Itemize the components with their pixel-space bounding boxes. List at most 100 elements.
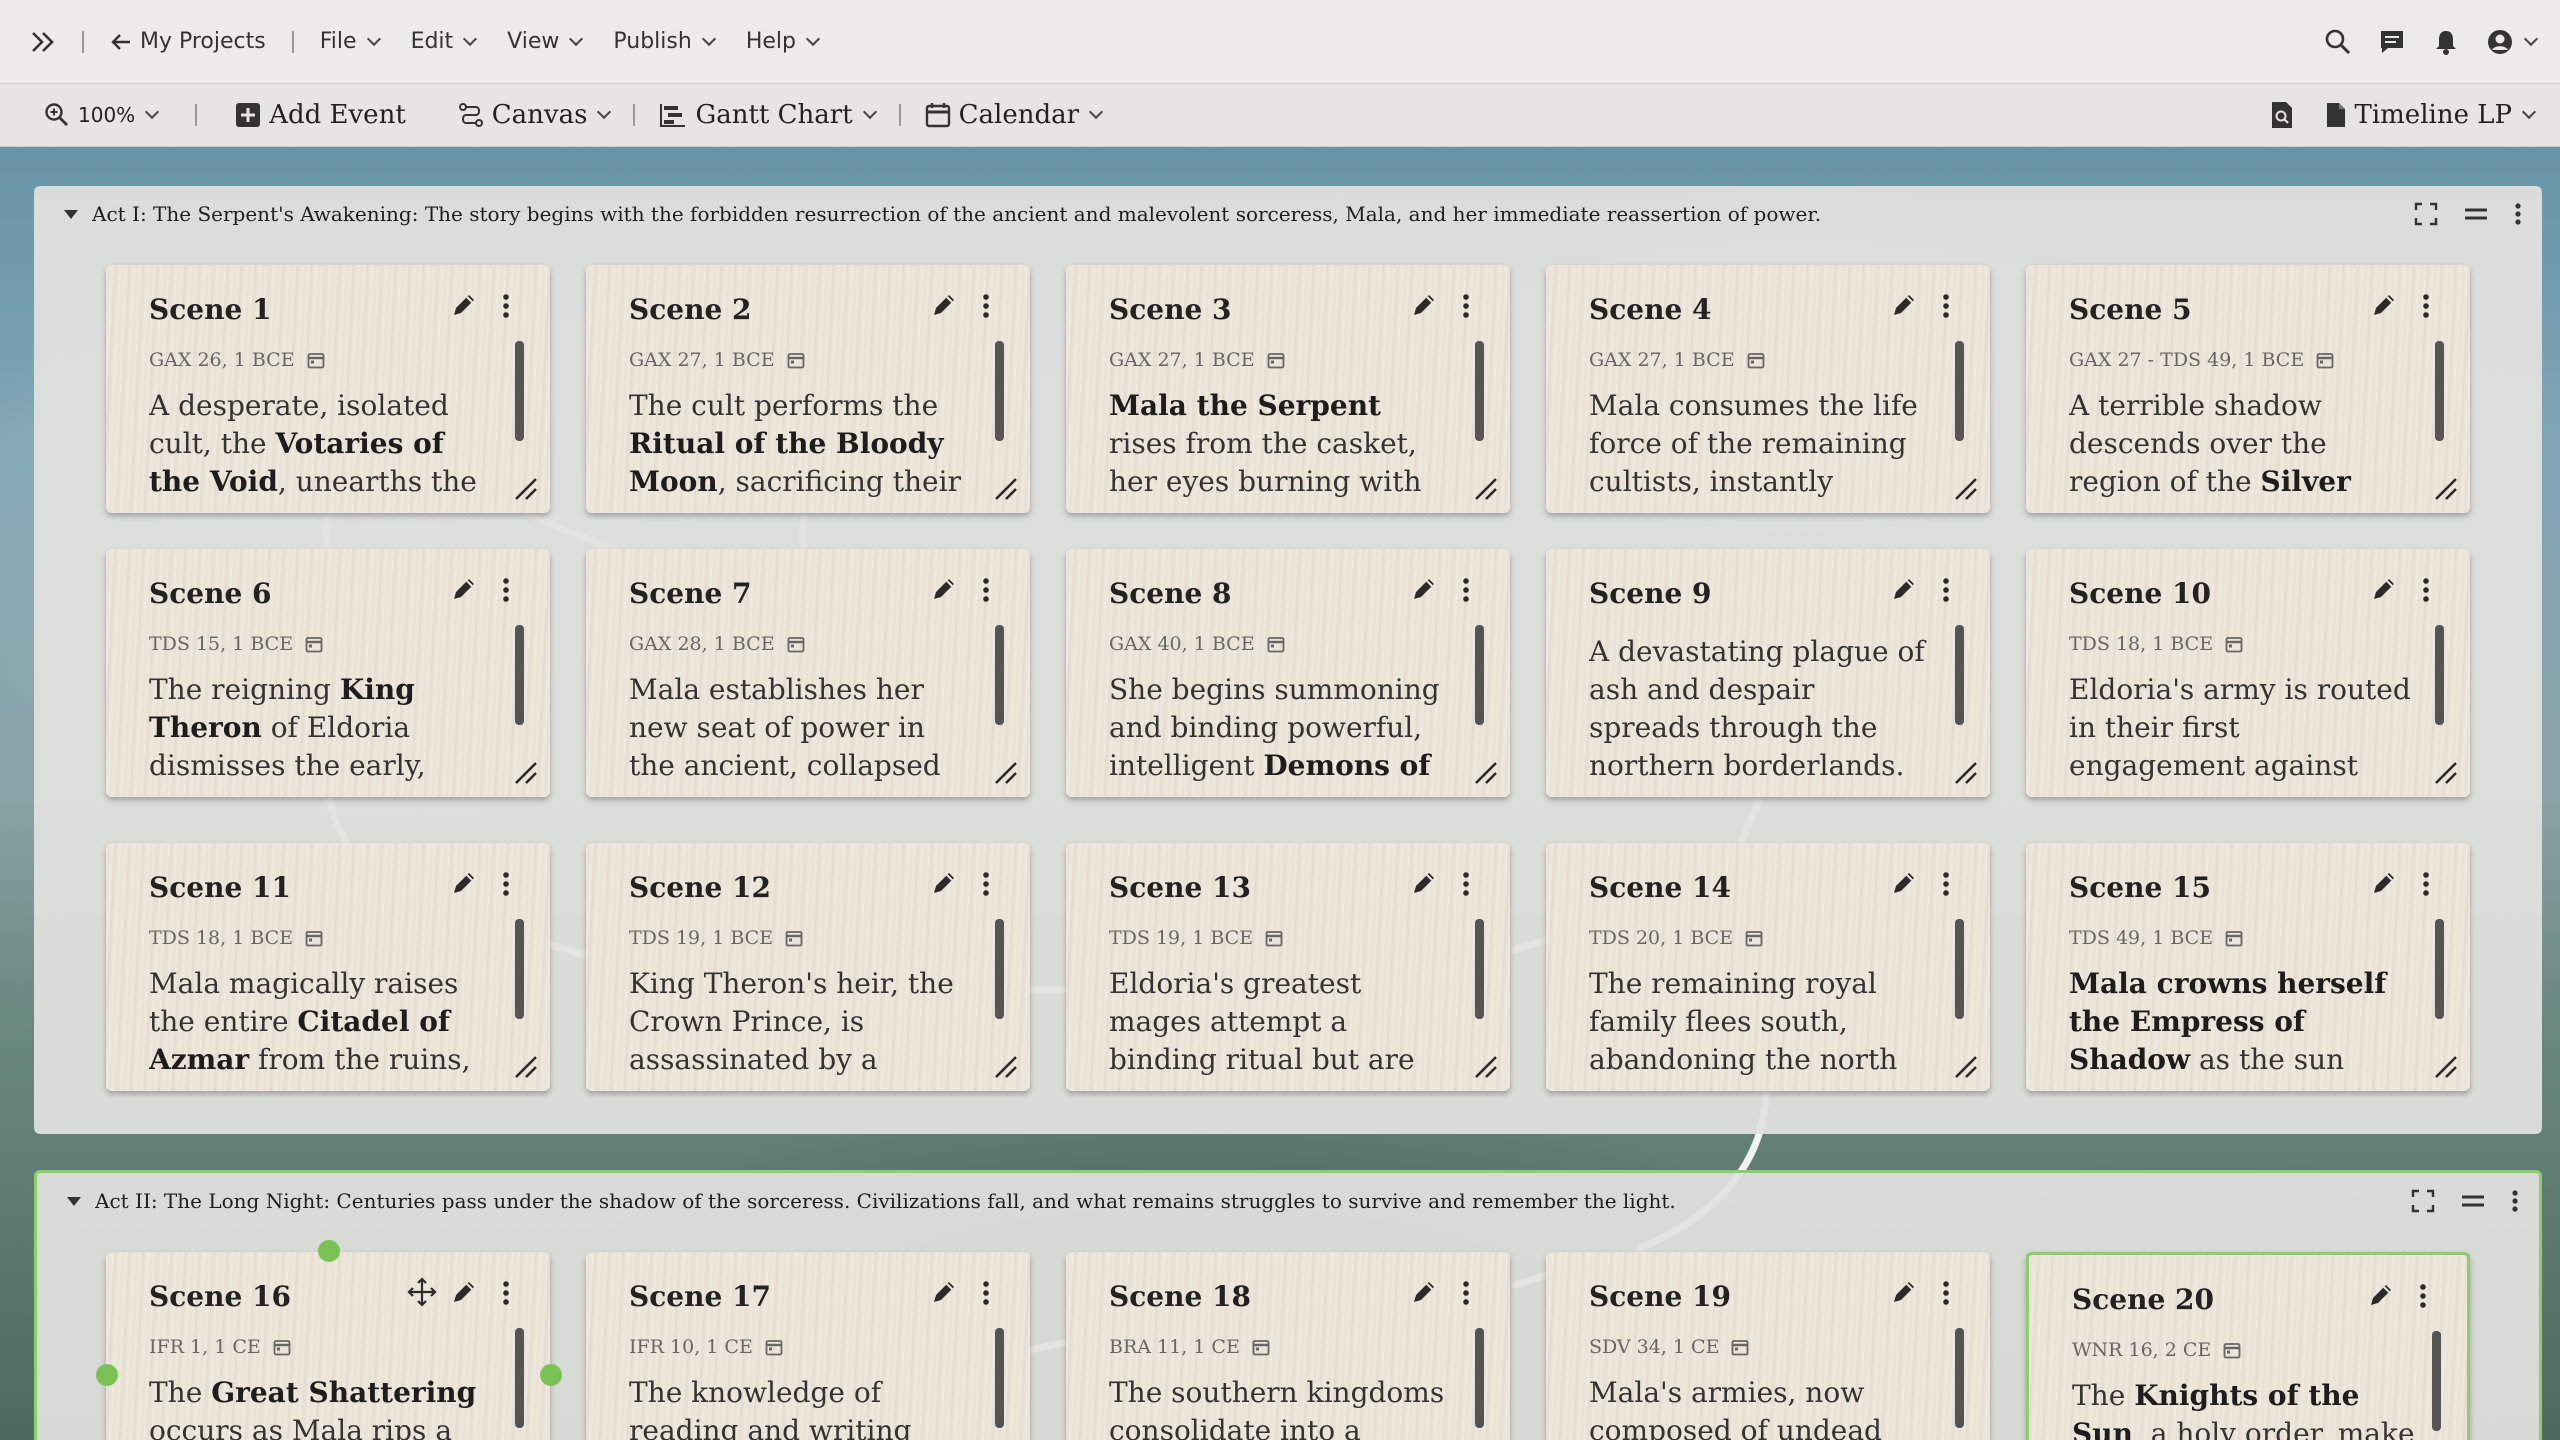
fullscreen-icon[interactable] [2414,202,2438,226]
scene-card[interactable]: Scene 9 A devastating plague of ash and d… [1546,549,1990,797]
scene-card[interactable]: Scene 8 GAX 40, 1 BCE She begins summoning… [1066,549,1510,797]
scene-card[interactable]: Scene 20 WNR 16, 2 CE The Knights of the S… [2026,1252,2470,1440]
scene-card[interactable]: Scene 2 GAX 27, 1 BCE The cult performs th… [586,265,1030,513]
scene-card[interactable]: Scene 3 GAX 27, 1 BCE Mala the Serpent ris… [1066,265,1510,513]
date-picker-button[interactable] [1747,351,1765,369]
edit-scene-button[interactable] [2370,291,2398,319]
scene-card[interactable]: Scene 1 GAX 26, 1 BCE A desperate, isolate… [106,265,550,513]
scene-menu-button[interactable] [982,871,990,897]
scene-menu-button[interactable] [1942,293,1950,319]
drag-handle-icon[interactable] [2464,202,2488,226]
scene-menu-button[interactable] [2422,293,2430,319]
scrollbar[interactable] [515,1328,524,1428]
resize-handle[interactable] [2432,759,2458,785]
edit-scene-button[interactable] [2367,1281,2395,1309]
scene-menu-button[interactable] [2422,871,2430,897]
edit-scene-button[interactable] [1410,575,1438,603]
scene-card[interactable]: Scene 17 IFR 10, 1 CE The knowledge of rea… [586,1252,1030,1440]
scene-menu-button[interactable] [1462,1280,1470,1306]
edit-scene-button[interactable] [1890,1278,1918,1306]
scrollbar[interactable] [1475,1328,1484,1428]
scene-card[interactable]: Scene 7 GAX 28, 1 BCE Mala establishes her… [586,549,1030,797]
scene-menu-button[interactable] [1462,871,1470,897]
resize-handle[interactable] [992,759,1018,785]
scrollbar[interactable] [995,341,1004,441]
scene-card[interactable]: Scene 16 IFR 1, 1 CE The Great Shattering … [106,1252,550,1440]
edit-scene-button[interactable] [930,1278,958,1306]
scrollbar[interactable] [995,625,1004,725]
collapse-toggle-icon[interactable] [67,1196,81,1206]
scene-menu-button[interactable] [1942,871,1950,897]
edit-scene-button[interactable] [930,575,958,603]
date-picker-button[interactable] [785,929,803,947]
scene-menu-button[interactable] [502,293,510,319]
date-picker-button[interactable] [1265,929,1283,947]
connection-handle-top[interactable] [318,1240,340,1262]
resize-handle[interactable] [512,1053,538,1079]
date-picker-button[interactable] [1731,1338,1749,1356]
scrollbar[interactable] [515,919,524,1019]
scrollbar[interactable] [2435,341,2444,441]
edit-scene-button[interactable] [450,1278,478,1306]
edit-scene-button[interactable] [1890,869,1918,897]
scene-card[interactable]: Scene 18 BRA 11, 1 CE The southern kingdom… [1066,1252,1510,1440]
scrollbar[interactable] [515,341,524,441]
edit-scene-button[interactable] [2370,575,2398,603]
more-vertical-icon[interactable] [2514,202,2522,226]
move-button[interactable] [406,1276,438,1308]
scene-menu-button[interactable] [1942,577,1950,603]
resize-handle[interactable] [1952,475,1978,501]
resize-handle[interactable] [992,475,1018,501]
scene-card[interactable]: Scene 4 GAX 27, 1 BCE Mala consumes the li… [1546,265,1990,513]
scene-menu-button[interactable] [982,1280,990,1306]
scene-card[interactable]: Scene 10 TDS 18, 1 BCE Eldoria's army is r… [2026,549,2470,797]
fullscreen-icon[interactable] [2411,1189,2435,1213]
scene-card[interactable]: Scene 6 TDS 15, 1 BCE The reigning King Th… [106,549,550,797]
scrollbar[interactable] [995,1328,1004,1428]
scene-card[interactable]: Scene 19 SDV 34, 1 CE Mala's armies, now c… [1546,1252,1990,1440]
date-picker-button[interactable] [307,351,325,369]
resize-handle[interactable] [2432,1053,2458,1079]
date-picker-button[interactable] [787,635,805,653]
date-picker-button[interactable] [1267,635,1285,653]
scene-menu-button[interactable] [1462,293,1470,319]
edit-scene-button[interactable] [2370,869,2398,897]
scrollbar[interactable] [2432,1331,2441,1431]
scrollbar[interactable] [1475,341,1484,441]
edit-scene-button[interactable] [930,291,958,319]
scrollbar[interactable] [2435,625,2444,725]
date-picker-button[interactable] [2225,929,2243,947]
scene-card[interactable]: Scene 11 TDS 18, 1 BCE Mala magically rais… [106,843,550,1091]
more-vertical-icon[interactable] [2511,1189,2519,1213]
edit-scene-button[interactable] [450,291,478,319]
date-picker-button[interactable] [2316,351,2334,369]
scrollbar[interactable] [1955,341,1964,441]
date-picker-button[interactable] [1745,929,1763,947]
resize-handle[interactable] [512,475,538,501]
edit-scene-button[interactable] [450,575,478,603]
edit-scene-button[interactable] [930,869,958,897]
scrollbar[interactable] [2435,919,2444,1019]
scene-card[interactable]: Scene 5 GAX 27 - TDS 49, 1 BCE A terrible … [2026,265,2470,513]
resize-handle[interactable] [1472,475,1498,501]
date-picker-button[interactable] [787,351,805,369]
resize-handle[interactable] [992,1053,1018,1079]
date-picker-button[interactable] [1267,351,1285,369]
resize-handle[interactable] [1472,759,1498,785]
scene-menu-button[interactable] [2419,1283,2427,1309]
scrollbar[interactable] [1955,919,1964,1019]
edit-scene-button[interactable] [1890,291,1918,319]
edit-scene-button[interactable] [1410,1278,1438,1306]
scrollbar[interactable] [515,625,524,725]
drag-handle-icon[interactable] [2461,1189,2485,1213]
connection-handle-left[interactable] [96,1364,118,1386]
date-picker-button[interactable] [1252,1338,1270,1356]
resize-handle[interactable] [2432,475,2458,501]
edit-scene-button[interactable] [1890,575,1918,603]
scene-menu-button[interactable] [502,1280,510,1306]
scene-menu-button[interactable] [982,577,990,603]
resize-handle[interactable] [512,759,538,785]
collapse-toggle-icon[interactable] [64,209,78,219]
date-picker-button[interactable] [305,929,323,947]
resize-handle[interactable] [1952,1053,1978,1079]
